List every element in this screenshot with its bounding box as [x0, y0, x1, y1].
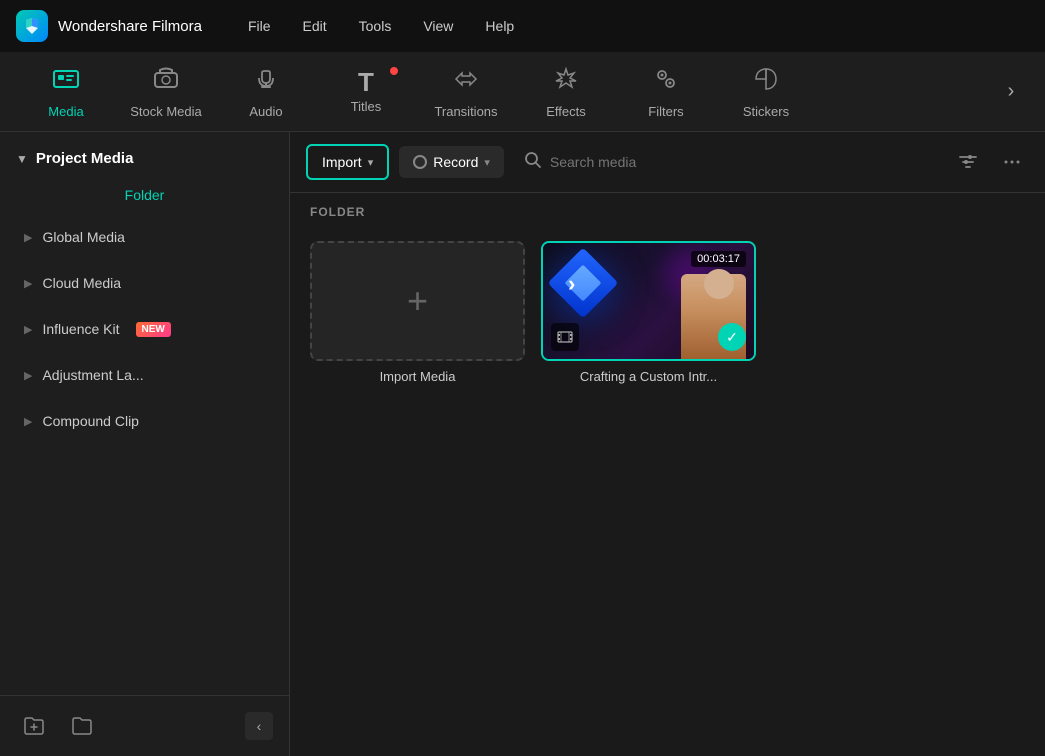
compound-chevron-icon: ▶: [24, 415, 32, 428]
transitions-icon: [452, 65, 480, 100]
cloud-media-chevron-icon: ▶: [24, 277, 32, 290]
audio-icon: [252, 65, 280, 100]
adjustment-chevron-icon: ▶: [24, 369, 32, 382]
search-icon: [524, 151, 542, 174]
record-button[interactable]: Record ▾: [399, 146, 504, 178]
toolbar-stock-label: Stock Media: [130, 104, 202, 119]
record-label: Record: [433, 154, 478, 170]
media-toolbar: Import ▾ Record ▾: [290, 132, 1045, 193]
menu-help[interactable]: Help: [471, 12, 528, 40]
menu-bar: File Edit Tools View Help: [234, 12, 528, 40]
project-chevron-icon: ▼: [16, 152, 28, 166]
toolbar-transitions-label: Transitions: [434, 104, 497, 119]
sidebar-footer: ‹: [0, 695, 289, 756]
cloud-media-label: Cloud Media: [42, 275, 121, 291]
search-bar: [514, 145, 941, 180]
video-thumbnail-1[interactable]: › 00:03:17: [541, 241, 756, 361]
sidebar-item-compound-clip[interactable]: ▶ Compound Clip: [8, 399, 281, 443]
media-grid: + Import Media ›: [290, 225, 1045, 400]
menu-view[interactable]: View: [409, 12, 467, 40]
filmstrip-icon: [551, 323, 579, 351]
toolbar-filters[interactable]: Filters: [616, 57, 716, 127]
titles-icon: T: [358, 69, 374, 95]
toolbar-audio-label: Audio: [249, 104, 282, 119]
toolbar-effects[interactable]: Effects: [516, 57, 616, 127]
title-bar: Wondershare Filmora File Edit Tools View…: [0, 0, 1045, 52]
toolbar-more-button[interactable]: ›: [993, 74, 1029, 110]
logo-icon: [16, 10, 48, 42]
toolbar-transitions[interactable]: Transitions: [416, 57, 516, 127]
titles-badge: [390, 67, 398, 75]
toolbar-media[interactable]: Media: [16, 57, 116, 127]
project-media-label: Project Media: [36, 150, 134, 167]
sidebar-collapse-button[interactable]: ‹: [245, 712, 273, 740]
filters-icon: [652, 65, 680, 100]
toolbar-titles[interactable]: T Titles: [316, 57, 416, 127]
sidebar-folder-item[interactable]: Folder: [0, 177, 289, 213]
global-media-chevron-icon: ▶: [24, 231, 32, 244]
menu-edit[interactable]: Edit: [289, 12, 341, 40]
toolbar-stock-media[interactable]: Stock Media: [116, 57, 216, 127]
import-plus-icon: +: [407, 280, 428, 322]
stock-media-icon: [152, 65, 180, 100]
video-check-icon: ✓: [718, 323, 746, 351]
stickers-icon: [752, 65, 780, 100]
import-media-thumbnail[interactable]: +: [310, 241, 525, 361]
video-label-1: Crafting a Custom Intr...: [580, 369, 717, 384]
sidebar-item-cloud-media[interactable]: ▶ Cloud Media: [8, 261, 281, 305]
menu-file[interactable]: File: [234, 12, 285, 40]
sidebar-body: ▼ Project Media Folder ▶ Global Media ▶ …: [0, 132, 289, 695]
app-title: Wondershare Filmora: [58, 18, 202, 35]
collapse-icon: ‹: [257, 718, 262, 734]
video-duration: 00:03:17: [691, 251, 746, 267]
import-label: Import: [322, 154, 362, 170]
toolbar-stickers-label: Stickers: [743, 104, 789, 119]
global-media-label: Global Media: [42, 229, 125, 245]
toolbar-audio[interactable]: Audio: [216, 57, 316, 127]
sidebar-item-adjustment-layer[interactable]: ▶ Adjustment La...: [8, 353, 281, 397]
toolbar-titles-label: Titles: [351, 99, 382, 114]
sidebar-project-media[interactable]: ▼ Project Media: [0, 140, 289, 177]
toolbar-effects-label: Effects: [546, 104, 586, 119]
toolbar: Media Stock Media Audio T Titles: [0, 52, 1045, 132]
sidebar: ▼ Project Media Folder ▶ Global Media ▶ …: [0, 132, 290, 756]
influence-kit-label: Influence Kit: [42, 321, 119, 337]
sidebar-item-global-media[interactable]: ▶ Global Media: [8, 215, 281, 259]
record-chevron-icon: ▾: [484, 156, 490, 169]
filter-button[interactable]: [951, 145, 985, 179]
add-folder-button[interactable]: [16, 708, 52, 744]
menu-tools[interactable]: Tools: [345, 12, 406, 40]
toolbar-filters-label: Filters: [648, 104, 683, 119]
main-content: ▼ Project Media Folder ▶ Global Media ▶ …: [0, 132, 1045, 756]
more-options-button[interactable]: [995, 145, 1029, 179]
import-chevron-icon: ▾: [368, 156, 374, 169]
folder-button[interactable]: [64, 708, 100, 744]
adjustment-label: Adjustment La...: [42, 367, 143, 383]
media-area: Import ▾ Record ▾: [290, 132, 1045, 756]
folder-label: Folder: [125, 187, 165, 203]
video-card-1[interactable]: › 00:03:17: [541, 241, 756, 384]
influence-kit-badge: NEW: [136, 322, 171, 337]
media-icon: [52, 65, 80, 100]
search-input[interactable]: [550, 154, 931, 170]
influence-kit-chevron-icon: ▶: [24, 323, 32, 336]
app-logo: Wondershare Filmora: [16, 10, 202, 42]
toolbar-media-label: Media: [48, 104, 83, 119]
folder-section-header: FOLDER: [290, 193, 1045, 225]
record-circle-icon: [413, 155, 427, 169]
toolbar-stickers[interactable]: Stickers: [716, 57, 816, 127]
effects-icon: [552, 65, 580, 100]
sidebar-item-influence-kit[interactable]: ▶ Influence Kit NEW: [8, 307, 281, 351]
import-media-label: Import Media: [380, 369, 456, 384]
import-button[interactable]: Import ▾: [306, 144, 389, 180]
compound-clip-label: Compound Clip: [42, 413, 139, 429]
import-media-card[interactable]: + Import Media: [310, 241, 525, 384]
